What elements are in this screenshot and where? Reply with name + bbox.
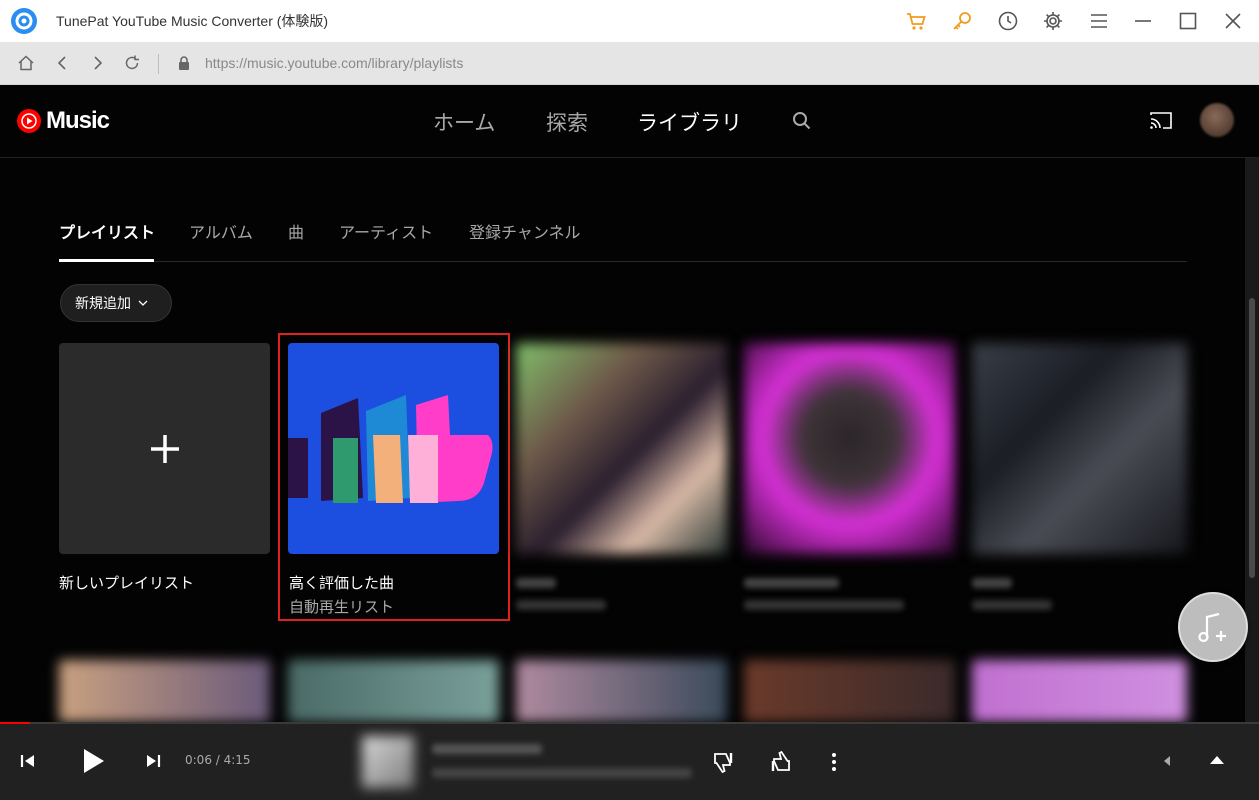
history-icon[interactable]: [994, 7, 1022, 35]
tab-artists[interactable]: アーティスト: [339, 219, 433, 243]
settings-gear-icon[interactable]: [1039, 7, 1067, 35]
menu-icon[interactable]: [1085, 7, 1113, 35]
now-playing-thumbnail[interactable]: [362, 736, 414, 788]
nav-library[interactable]: ライブラリ: [637, 107, 742, 137]
plus-icon: [151, 435, 179, 463]
now-playing-title[interactable]: [432, 744, 542, 754]
url-field[interactable]: https://music.youtube.com/library/playli…: [205, 55, 463, 71]
player-bar: 0:06 / 4:15: [0, 722, 1259, 800]
forward-icon[interactable]: [85, 51, 109, 75]
reload-icon[interactable]: [120, 51, 144, 75]
time-display: 0:06 / 4:15: [185, 753, 251, 767]
playlist-card-blurred[interactable]: [744, 660, 955, 722]
new-add-button[interactable]: 新規追加: [60, 284, 172, 322]
playlist-card-blurred[interactable]: [972, 343, 1187, 554]
blurred-subtitle: [744, 600, 904, 610]
playlist-card-blurred[interactable]: [516, 343, 727, 554]
blurred-title: [744, 578, 839, 588]
highlight-box: [278, 333, 510, 621]
progress-fill: [0, 722, 31, 724]
app-logo-icon: [11, 8, 37, 34]
more-options-icon[interactable]: [825, 751, 843, 773]
tab-playlists[interactable]: プレイリスト: [59, 219, 155, 243]
expand-player-icon[interactable]: [1207, 752, 1227, 768]
tab-songs[interactable]: 曲: [288, 219, 304, 243]
tab-subscriptions[interactable]: 登録チャンネル: [469, 219, 581, 243]
playlist-card-blurred[interactable]: [288, 660, 499, 722]
blurred-title: [972, 578, 1012, 588]
playlist-card-blurred[interactable]: [59, 660, 270, 722]
cast-icon[interactable]: [1148, 109, 1174, 131]
lock-icon: [172, 51, 196, 75]
playlist-card-blurred[interactable]: [744, 343, 955, 554]
add-music-fab[interactable]: [1178, 592, 1248, 662]
library-tabs: プレイリスト アルバム 曲 アーティスト 登録チャンネル: [59, 215, 1187, 262]
home-icon[interactable]: [14, 51, 38, 75]
new-playlist-card[interactable]: [59, 343, 270, 554]
maximize-icon[interactable]: [1174, 7, 1202, 35]
minimize-icon[interactable]: [1129, 7, 1157, 35]
yt-music-logo[interactable]: Music: [16, 107, 110, 135]
tab-albums[interactable]: アルバム: [189, 219, 253, 243]
blurred-subtitle: [972, 600, 1052, 610]
blurred-subtitle: [516, 600, 606, 610]
scrollbar[interactable]: [1245, 158, 1259, 722]
previous-icon[interactable]: [18, 751, 38, 771]
blurred-title: [516, 578, 556, 588]
like-icon[interactable]: [767, 749, 793, 775]
scrollbar-thumb[interactable]: [1249, 298, 1255, 578]
now-playing-artist[interactable]: [432, 768, 692, 778]
play-icon[interactable]: [76, 745, 108, 777]
cart-icon[interactable]: [902, 7, 930, 35]
new-playlist-title[interactable]: 新しいプレイリスト: [59, 572, 194, 593]
next-icon[interactable]: [143, 751, 163, 771]
active-tab-indicator: [59, 259, 154, 262]
chevron-down-icon: [138, 300, 148, 306]
back-icon[interactable]: [51, 51, 75, 75]
search-icon[interactable]: [791, 110, 813, 132]
yt-music-logo-text: Music: [46, 107, 110, 134]
dislike-icon[interactable]: [711, 749, 737, 775]
address-bar: https://music.youtube.com/library/playli…: [0, 42, 1259, 85]
yt-music-header: Music ホーム 探索 ライブラリ: [0, 85, 1259, 158]
nav-explore[interactable]: 探索: [546, 107, 588, 137]
yt-music-logo-icon: [17, 109, 41, 133]
progress-bar[interactable]: [0, 722, 1259, 724]
playlist-card-blurred[interactable]: [516, 660, 727, 722]
key-icon[interactable]: [948, 7, 976, 35]
playlist-card-blurred[interactable]: [972, 660, 1187, 722]
new-add-label: 新規追加: [75, 296, 131, 312]
avatar[interactable]: [1200, 103, 1234, 137]
title-bar: TunePat YouTube Music Converter (体験版): [0, 0, 1259, 42]
window-title: TunePat YouTube Music Converter (体験版): [56, 13, 329, 29]
nav-home[interactable]: ホーム: [433, 107, 495, 137]
address-separator: [158, 54, 159, 74]
music-add-icon: [1198, 612, 1226, 643]
close-icon[interactable]: [1219, 7, 1247, 35]
volume-arrow-icon[interactable]: [1160, 753, 1174, 769]
